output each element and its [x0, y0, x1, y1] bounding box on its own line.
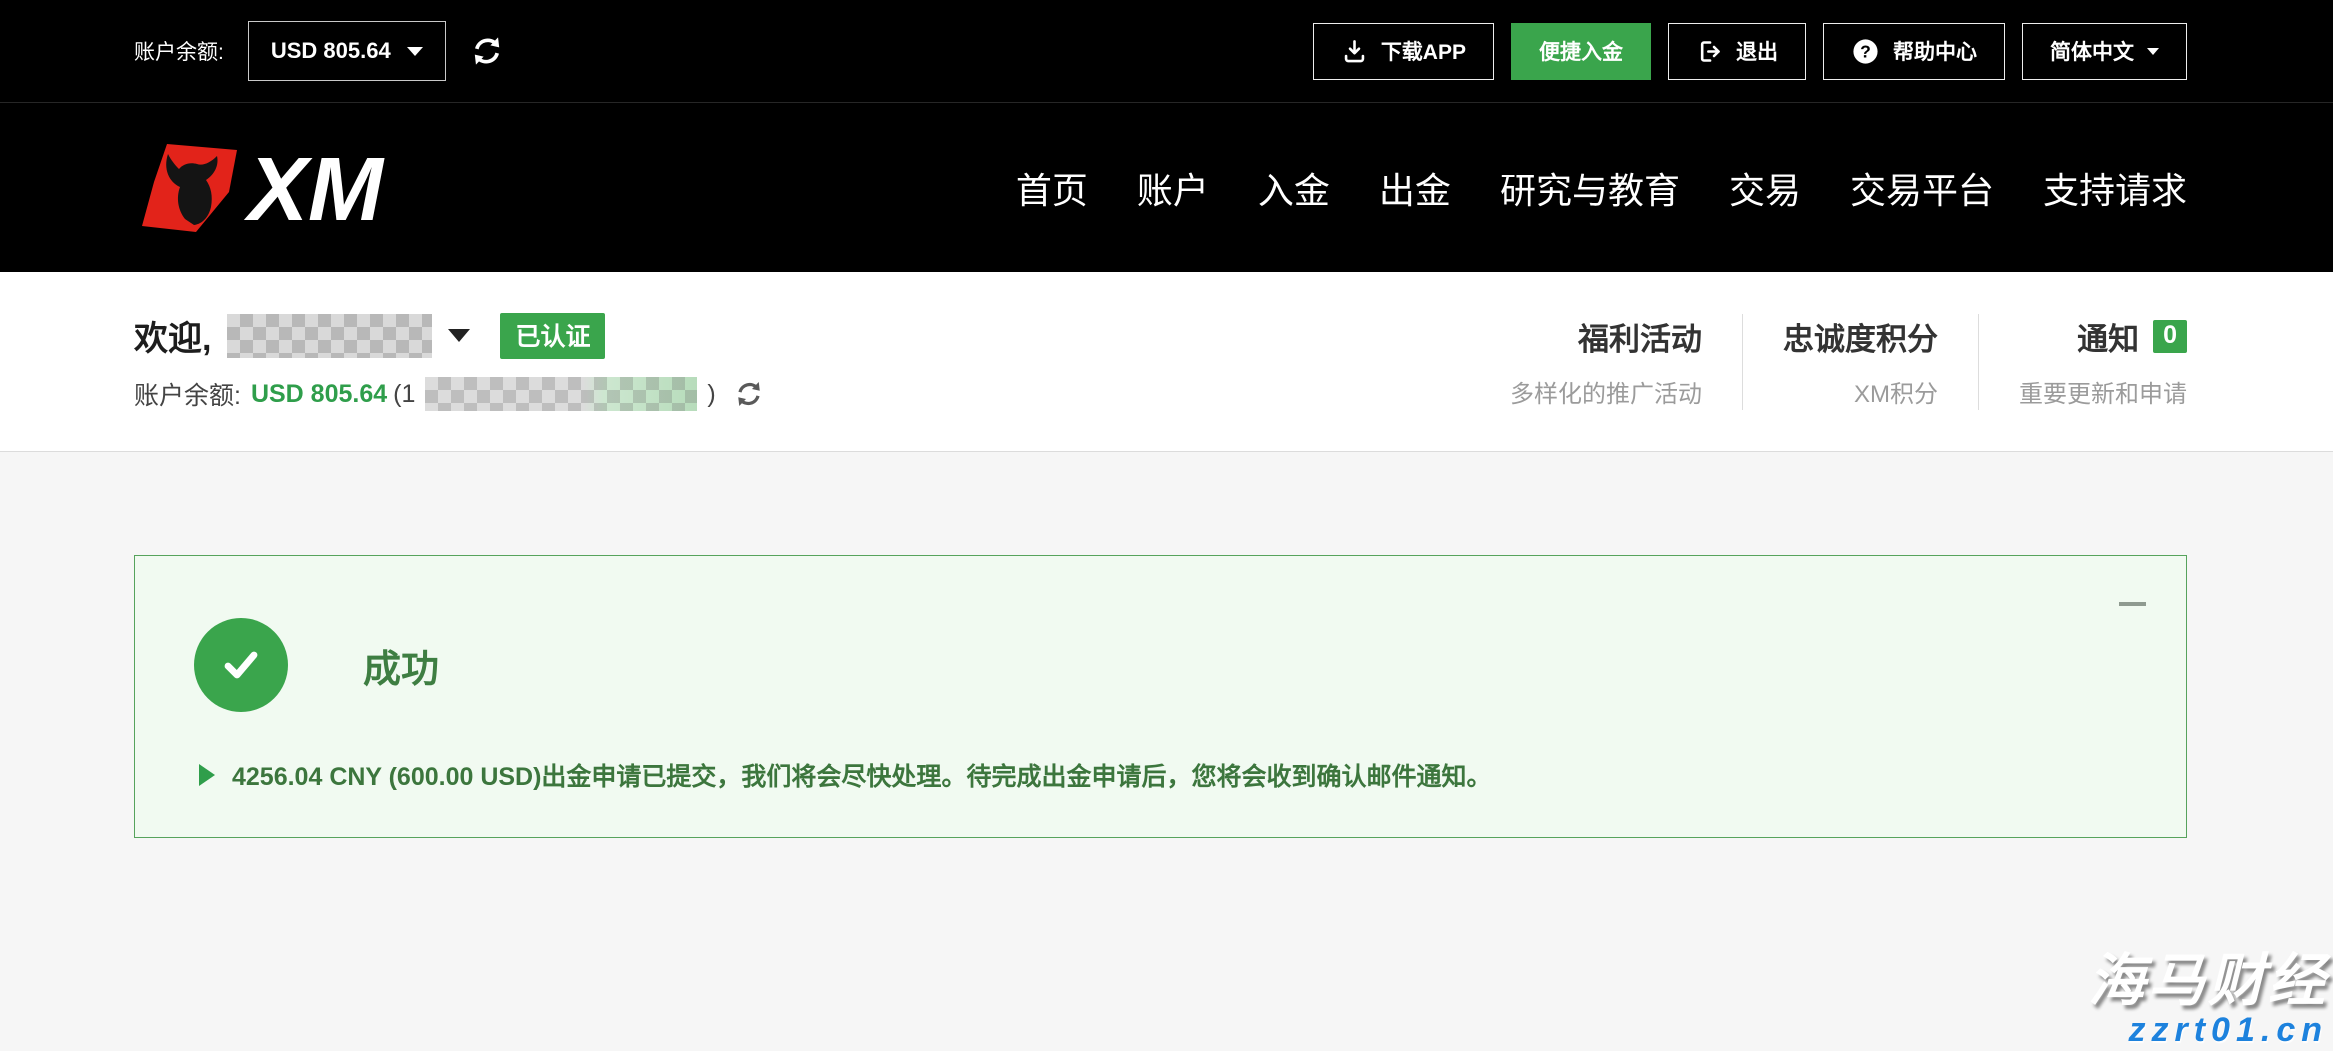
- success-alert: 成功 4256.04 CNY (600.00 USD)出金申请已提交，我们将会尽…: [134, 555, 2187, 838]
- username-redacted: [227, 314, 432, 358]
- help-center-button[interactable]: ? 帮助中心: [1823, 23, 2005, 80]
- logout-button[interactable]: 退出: [1668, 23, 1806, 80]
- main-header: XM 首页 账户 入金 出金 研究与教育 交易 交易平台 支持请求: [0, 103, 2333, 272]
- loyalty-subtitle: XM积分: [1783, 374, 1938, 409]
- nav-item-deposit[interactable]: 入金: [1258, 162, 1330, 214]
- chevron-down-icon: [407, 47, 423, 56]
- language-selector[interactable]: 简体中文: [2022, 23, 2187, 80]
- main-nav: 首页 账户 入金 出金 研究与教育 交易 交易平台 支持请求: [1016, 162, 2187, 214]
- refresh-icon: [470, 34, 504, 68]
- promotions-subtitle: 多样化的推广活动: [1510, 374, 1702, 409]
- verified-badge: 已认证: [500, 313, 605, 359]
- refresh-icon: [734, 379, 764, 409]
- account-balance-value: USD 805.64: [271, 38, 391, 64]
- triangle-bullet-icon: [199, 764, 215, 786]
- nav-item-support[interactable]: 支持请求: [2043, 162, 2187, 214]
- welcome-section: 欢迎, 已认证 账户余额: USD 805.64 (1 ): [0, 272, 2333, 452]
- quick-deposit-button[interactable]: 便捷入金: [1511, 23, 1651, 80]
- svg-text:?: ?: [1860, 41, 1871, 61]
- account-balance-dropdown[interactable]: USD 805.64: [248, 21, 446, 81]
- notifications-subtitle: 重要更新和申请: [2019, 374, 2187, 409]
- nav-item-platforms[interactable]: 交易平台: [1850, 162, 1994, 214]
- loyalty-title: 忠诚度积分: [1783, 314, 1938, 359]
- quick-links: 福利活动 多样化的推广活动 忠诚度积分 XM积分 通知 0 重要更新和申请: [1510, 314, 2187, 410]
- account-number-open: (1: [393, 380, 415, 409]
- content-area: 成功 4256.04 CNY (600.00 USD)出金申请已提交，我们将会尽…: [0, 452, 2333, 1051]
- xm-logo[interactable]: XM: [134, 140, 406, 236]
- minimize-icon[interactable]: [2119, 602, 2146, 606]
- download-app-label: 下载APP: [1381, 36, 1466, 66]
- nav-item-research-education[interactable]: 研究与教育: [1500, 162, 1680, 214]
- quick-link-notifications[interactable]: 通知 0 重要更新和申请: [1978, 314, 2187, 410]
- quick-link-promotions[interactable]: 福利活动 多样化的推广活动: [1510, 314, 1742, 410]
- logo-text: XM: [243, 140, 385, 236]
- language-label: 简体中文: [2050, 36, 2134, 66]
- check-icon: [215, 639, 267, 691]
- chevron-down-icon[interactable]: [448, 329, 470, 342]
- top-utility-bar: 账户余额: USD 805.64 下载APP: [0, 0, 2333, 103]
- success-check-circle: [194, 618, 288, 712]
- help-center-label: 帮助中心: [1893, 36, 1977, 66]
- notifications-count-badge: 0: [2153, 320, 2187, 353]
- account-balance-label: 账户余额:: [134, 36, 224, 66]
- nav-item-trading[interactable]: 交易: [1729, 162, 1801, 214]
- xm-bull-logo-icon: XM: [134, 140, 406, 236]
- alert-title: 成功: [363, 638, 439, 693]
- refresh-balance-button[interactable]: [470, 34, 504, 68]
- logout-icon: [1696, 38, 1723, 65]
- balance-label: 账户余额:: [134, 376, 241, 412]
- nav-item-withdraw[interactable]: 出金: [1379, 162, 1451, 214]
- alert-message: 4256.04 CNY (600.00 USD)出金申请已提交，我们将会尽快处理…: [232, 757, 1491, 793]
- quick-link-loyalty[interactable]: 忠诚度积分 XM积分: [1742, 314, 1978, 410]
- refresh-account-button[interactable]: [734, 379, 764, 409]
- download-icon: [1341, 38, 1368, 65]
- balance-value: USD 805.64: [251, 380, 387, 409]
- account-number-close: ): [707, 380, 715, 409]
- account-number-redacted: [425, 377, 697, 411]
- download-app-button[interactable]: 下载APP: [1313, 23, 1494, 80]
- help-icon: ?: [1851, 37, 1880, 66]
- nav-item-account[interactable]: 账户: [1137, 162, 1209, 214]
- welcome-greeting: 欢迎,: [134, 311, 211, 360]
- nav-item-home[interactable]: 首页: [1016, 162, 1088, 214]
- notifications-title: 通知: [2077, 314, 2139, 359]
- quick-deposit-label: 便捷入金: [1539, 36, 1623, 66]
- chevron-down-icon: [2147, 48, 2159, 55]
- promotions-title: 福利活动: [1510, 314, 1702, 359]
- logout-label: 退出: [1736, 36, 1778, 66]
